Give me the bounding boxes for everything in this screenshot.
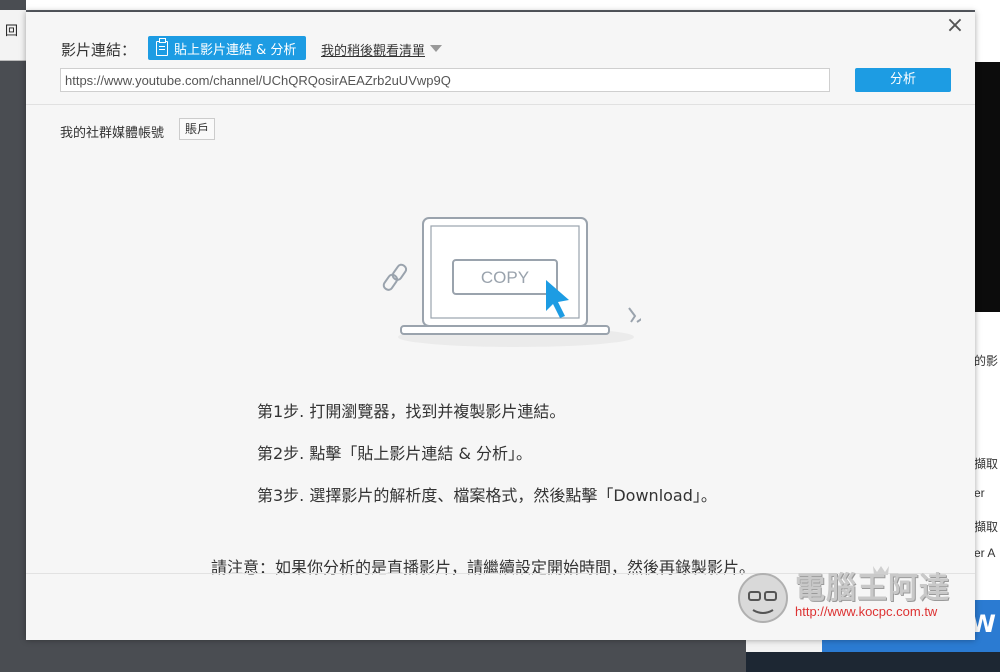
instruction-steps: 第1步. 打開瀏覽器，找到并複製影片連結。 第2步. 點擊「貼上影片連結 & 分… xyxy=(257,402,717,528)
social-accounts-label: 我的社群媒體帳號 xyxy=(60,126,165,141)
clipboard-icon xyxy=(156,37,168,56)
analyze-button[interactable]: 分析 xyxy=(855,68,951,92)
account-button[interactable]: 賬戶 xyxy=(179,118,215,140)
mascot-face xyxy=(738,573,788,623)
copy-text: COPY xyxy=(481,268,529,287)
background-right-text: 的影 xyxy=(974,354,999,368)
chain-link-icon xyxy=(382,263,408,291)
paste-button-label: 貼上影片連結 & 分析 xyxy=(174,42,297,58)
close-button[interactable]: × xyxy=(943,14,967,38)
watch-later-link[interactable]: 我的稍後觀看清單 xyxy=(321,40,425,59)
broken-link-icon xyxy=(628,307,641,323)
divider xyxy=(26,104,975,105)
chevron-down-icon[interactable] xyxy=(430,45,442,52)
download-dialog: × 影片連結： 貼上影片連結 & 分析 我的稍後觀看清單 分析 我的社群媒體帳號… xyxy=(26,12,975,640)
background-glyph: 回 xyxy=(5,24,19,39)
laptop-base xyxy=(400,325,610,335)
copy-link-illustration: COPY xyxy=(382,217,641,347)
background-right-text: er xyxy=(974,486,985,500)
url-input[interactable] xyxy=(60,68,830,92)
step-3: 第3步. 選擇影片的解析度、檔案格式，然後點擊「Download」。 xyxy=(257,486,717,505)
background-bottom-area xyxy=(26,640,746,672)
background-right-text: 擷取 xyxy=(974,520,999,534)
background-top-strip xyxy=(0,0,1000,10)
video-link-label: 影片連結： xyxy=(61,42,137,59)
watermark-url: http://www.kocpc.com.tw xyxy=(795,604,938,619)
step-1: 第1步. 打開瀏覽器，找到并複製影片連結。 xyxy=(257,402,566,421)
watermark-name: 電腦王阿達 xyxy=(795,571,950,606)
background-right-text: 擷取 xyxy=(974,457,999,471)
background-left-panel xyxy=(0,0,26,672)
background-dark-strip xyxy=(746,652,1000,672)
background-right-dark-area xyxy=(975,62,1000,312)
background-left-toolbar: 回 xyxy=(0,10,26,61)
paste-and-analyze-button[interactable]: 貼上影片連結 & 分析 xyxy=(148,36,306,60)
step-2: 第2步. 點擊「貼上影片連結 & 分析」。 xyxy=(257,444,533,463)
live-stream-note: 請注意：如果你分析的是直播影片，請繼續設定開始時間，然後再錄製影片。 xyxy=(211,558,756,577)
